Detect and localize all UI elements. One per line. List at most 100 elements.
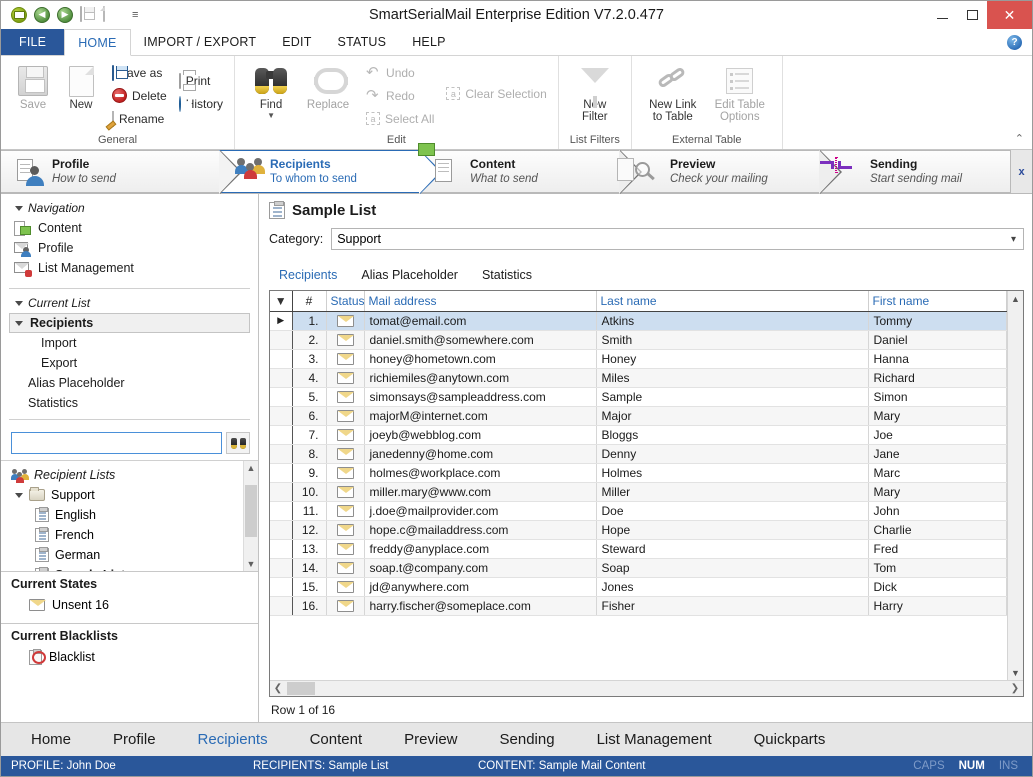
cell-status[interactable] bbox=[326, 482, 365, 502]
tab-status[interactable]: STATUS bbox=[325, 29, 400, 55]
cell-mail-address[interactable]: janedenny@home.com bbox=[364, 444, 597, 464]
tab-recipients[interactable]: Recipients bbox=[269, 266, 347, 284]
cell-mail-address[interactable]: hope.c@mailaddress.com bbox=[364, 520, 597, 540]
maximize-button[interactable] bbox=[957, 1, 987, 29]
search-input[interactable] bbox=[11, 432, 222, 454]
tab-import-export[interactable]: IMPORT / EXPORT bbox=[131, 29, 270, 55]
cell-mail-address[interactable]: daniel.smith@somewhere.com bbox=[364, 330, 597, 350]
tab-help[interactable]: HELP bbox=[399, 29, 458, 55]
table-row[interactable]: 11. j.doe@mailprovider.com Doe John bbox=[270, 501, 1007, 521]
row-selector[interactable] bbox=[270, 501, 293, 521]
column-header-last-name[interactable]: Last name bbox=[596, 291, 869, 312]
list-item-english[interactable]: English bbox=[1, 505, 243, 525]
sidebar-item-recipients[interactable]: Recipients bbox=[9, 313, 250, 333]
clear-selection-button[interactable]: a Clear Selection bbox=[443, 83, 549, 104]
sidebar-item-statistics[interactable]: Statistics bbox=[1, 393, 258, 413]
scroll-left-icon[interactable]: ❮ bbox=[270, 683, 286, 694]
table-row[interactable]: ▶ 1. tomat@email.com Atkins Tommy bbox=[270, 311, 1007, 331]
cell-first-name[interactable]: Mary bbox=[868, 406, 1007, 426]
new-button[interactable]: New bbox=[57, 60, 105, 111]
cell-status[interactable] bbox=[326, 558, 365, 578]
tab-edit[interactable]: EDIT bbox=[269, 29, 324, 55]
cell-status[interactable] bbox=[326, 425, 365, 445]
search-button[interactable] bbox=[226, 432, 250, 454]
cell-mail-address[interactable]: harry.fischer@someplace.com bbox=[364, 596, 597, 616]
cell-last-name[interactable]: Miller bbox=[596, 482, 869, 502]
print-button[interactable]: Print bbox=[176, 70, 226, 91]
replace-button[interactable]: Replace bbox=[299, 60, 357, 111]
collapse-ribbon-icon[interactable]: ⌃ bbox=[1015, 132, 1024, 145]
scrollbar-track[interactable] bbox=[244, 475, 258, 557]
quick-access-more-icon[interactable]: ≡ bbox=[126, 9, 138, 21]
bottom-nav-list-management[interactable]: List Management bbox=[577, 731, 732, 748]
redo-button[interactable]: ↷ Redo bbox=[363, 85, 437, 106]
table-row[interactable]: 8. janedenny@home.com Denny Jane bbox=[270, 444, 1007, 464]
row-selector[interactable] bbox=[270, 425, 293, 445]
bottom-nav-profile[interactable]: Profile bbox=[93, 731, 176, 748]
cell-last-name[interactable]: Jones bbox=[596, 577, 869, 597]
cell-first-name[interactable]: Fred bbox=[868, 539, 1007, 559]
tab-home[interactable]: HOME bbox=[64, 29, 131, 56]
cell-last-name[interactable]: Miles bbox=[596, 368, 869, 388]
bottom-nav-content[interactable]: Content bbox=[290, 731, 383, 748]
step-recipients[interactable]: Recipients To whom to send bbox=[219, 150, 442, 194]
chevron-down-icon[interactable] bbox=[15, 492, 23, 498]
row-selector[interactable] bbox=[270, 520, 293, 540]
category-select[interactable]: Support ▾ bbox=[331, 228, 1024, 250]
cell-status[interactable] bbox=[326, 349, 365, 369]
new-link-to-table-button[interactable]: New Link to Table bbox=[640, 60, 706, 123]
cell-mail-address[interactable]: majorM@internet.com bbox=[364, 406, 597, 426]
select-all-button[interactable]: a Select All bbox=[363, 108, 437, 129]
new-icon[interactable] bbox=[103, 5, 120, 24]
row-selector[interactable] bbox=[270, 330, 293, 350]
sidebar-item-alias-placeholder[interactable]: Alias Placeholder bbox=[1, 373, 258, 393]
scroll-down-icon[interactable]: ▼ bbox=[247, 557, 256, 571]
rename-button[interactable]: Rename bbox=[109, 108, 170, 129]
sidebar-item-list-management[interactable]: List Management bbox=[1, 258, 258, 278]
cell-status[interactable] bbox=[326, 596, 365, 616]
save-as-button[interactable]: Save as bbox=[109, 62, 170, 83]
new-filter-button[interactable]: New Filter bbox=[567, 60, 623, 123]
table-row[interactable]: 13. freddy@anyplace.com Steward Fred bbox=[270, 539, 1007, 559]
cell-first-name[interactable]: Marc bbox=[868, 463, 1007, 483]
cell-first-name[interactable]: John bbox=[868, 501, 1007, 521]
cell-first-name[interactable]: Harry bbox=[868, 596, 1007, 616]
scrollbar-thumb[interactable] bbox=[287, 682, 315, 695]
tab-statistics[interactable]: Statistics bbox=[472, 266, 542, 284]
bottom-nav-recipients[interactable]: Recipients bbox=[178, 731, 288, 748]
scroll-right-icon[interactable]: ❯ bbox=[1007, 683, 1023, 694]
cell-mail-address[interactable]: jd@anywhere.com bbox=[364, 577, 597, 597]
cell-last-name[interactable]: Hope bbox=[596, 520, 869, 540]
forward-icon[interactable]: ▶ bbox=[57, 6, 74, 24]
step-content[interactable]: Content What to send bbox=[418, 142, 642, 194]
close-steps-button[interactable]: x bbox=[1010, 150, 1032, 193]
undo-button[interactable]: ↶ Undo bbox=[363, 62, 437, 83]
cell-status[interactable] bbox=[326, 520, 365, 540]
row-selector[interactable] bbox=[270, 577, 293, 597]
scroll-up-icon[interactable]: ▲ bbox=[1011, 291, 1020, 306]
row-selector[interactable]: ▶ bbox=[270, 311, 293, 331]
find-button[interactable]: Find ▼ bbox=[243, 60, 299, 120]
cell-last-name[interactable]: Sample bbox=[596, 387, 869, 407]
cell-last-name[interactable]: Holmes bbox=[596, 463, 869, 483]
cell-mail-address[interactable]: soap.t@company.com bbox=[364, 558, 597, 578]
grid-horizontal-scrollbar[interactable]: ❮ ❯ bbox=[270, 680, 1023, 696]
cell-status[interactable] bbox=[326, 406, 365, 426]
table-row[interactable]: 7. joeyb@webblog.com Bloggs Joe bbox=[270, 425, 1007, 445]
cell-last-name[interactable]: Atkins bbox=[596, 311, 869, 331]
cell-mail-address[interactable]: honey@hometown.com bbox=[364, 349, 597, 369]
cell-last-name[interactable]: Doe bbox=[596, 501, 869, 521]
tab-alias-placeholder[interactable]: Alias Placeholder bbox=[351, 266, 468, 284]
cell-first-name[interactable]: Tommy bbox=[868, 311, 1007, 331]
cell-status[interactable] bbox=[326, 387, 365, 407]
column-header-status[interactable]: Status bbox=[326, 291, 365, 312]
back-icon[interactable]: ◀ bbox=[34, 6, 51, 24]
table-row[interactable]: 16. harry.fischer@someplace.com Fisher Harr… bbox=[270, 596, 1007, 616]
chevron-down-icon[interactable] bbox=[15, 300, 23, 306]
list-item-sample-list[interactable]: Sample List bbox=[1, 565, 243, 571]
cell-mail-address[interactable]: richiemiles@anytown.com bbox=[364, 368, 597, 388]
table-row[interactable]: 2. daniel.smith@somewhere.com Smith Daniel bbox=[270, 330, 1007, 350]
state-item-unsent[interactable]: Unsent 16 bbox=[1, 595, 258, 615]
step-sending[interactable]: Sending Start sending mail bbox=[819, 150, 1010, 193]
bottom-nav-preview[interactable]: Preview bbox=[384, 731, 477, 748]
